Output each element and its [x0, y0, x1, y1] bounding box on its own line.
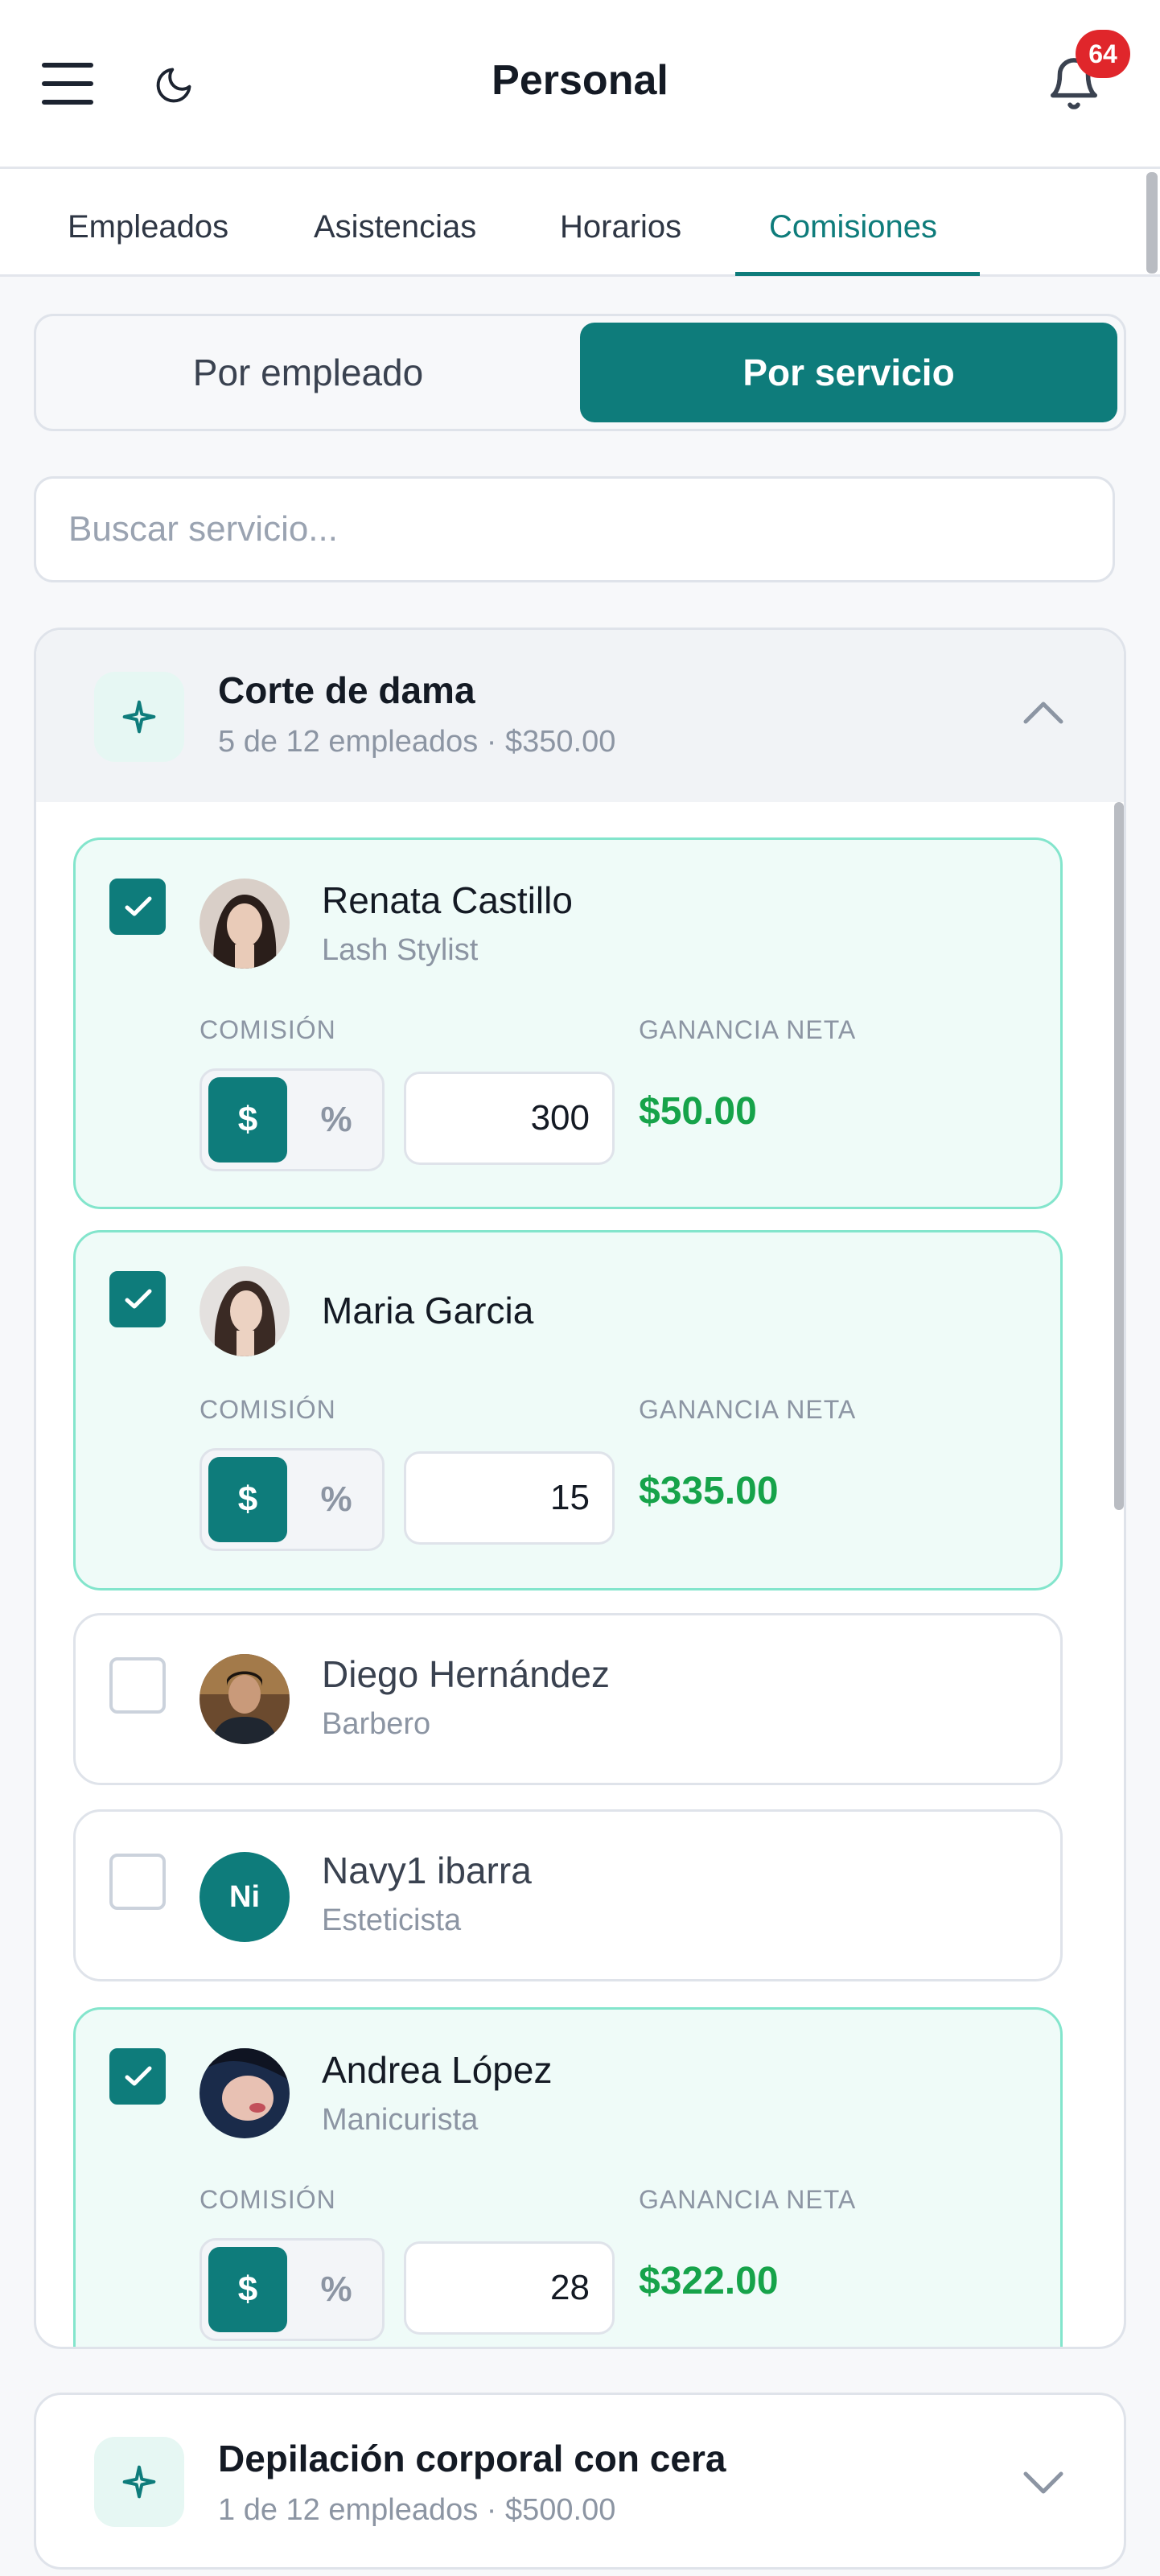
sparkle-icon — [94, 2437, 184, 2527]
employee-card[interactable]: Diego Hernández Barbero — [73, 1613, 1063, 1785]
dollar-unit-button[interactable]: $ — [208, 1077, 287, 1162]
percent-unit-button[interactable]: % — [297, 1077, 376, 1162]
employee-name: Diego Hernández — [322, 1653, 611, 1695]
percent-unit-button[interactable]: % — [297, 2247, 376, 2332]
sparkle-icon — [94, 672, 184, 762]
net-amount: $335.00 — [639, 1470, 779, 1512]
percent-unit-button[interactable]: % — [297, 1457, 376, 1542]
employee-role: Manicurista — [322, 2103, 479, 2137]
employee-card[interactable]: Renata Castillo Lash Stylist COMISIÓN GA… — [73, 837, 1063, 1209]
tab-bar: Empleados Asistencias Horarios Comisione… — [0, 169, 1160, 277]
avatar — [200, 879, 290, 969]
unit-toggle: $ % — [200, 1448, 385, 1551]
avatar — [200, 1654, 290, 1744]
employee-role: Barbero — [322, 1707, 431, 1741]
por-empleado-button[interactable]: Por empleado — [43, 323, 574, 422]
employee-name: Andrea López — [322, 2049, 553, 2091]
por-servicio-button[interactable]: Por servicio — [580, 323, 1117, 422]
employee-role: Lash Stylist — [322, 933, 479, 967]
chevron-down-icon[interactable] — [1019, 2466, 1067, 2501]
unit-toggle: $ % — [200, 2238, 385, 2341]
commission-input[interactable]: 28 — [404, 2241, 615, 2335]
commission-label: COMISIÓN — [200, 1015, 336, 1044]
employee-checkbox[interactable] — [109, 879, 166, 935]
service-header[interactable]: Corte de dama 5 de 12 empleados · $350.0… — [36, 630, 1124, 802]
service-card: Corte de dama 5 de 12 empleados · $350.0… — [34, 628, 1126, 2349]
page-title: Personal — [492, 57, 668, 104]
commission-input[interactable]: 300 — [404, 1072, 615, 1165]
service-card[interactable]: Depilación corporal con cera 1 de 12 emp… — [34, 2393, 1126, 2570]
employee-checkbox[interactable] — [109, 2048, 166, 2105]
search-input[interactable] — [34, 476, 1115, 582]
dollar-unit-button[interactable]: $ — [208, 1457, 287, 1542]
page-scrollbar[interactable] — [1146, 172, 1158, 274]
avatar — [200, 2048, 290, 2138]
employee-name: Maria Garcia — [322, 1290, 534, 1331]
unit-toggle: $ % — [200, 1068, 385, 1171]
employee-card[interactable]: Andrea López Manicurista COMISIÓN GANANC… — [73, 2007, 1063, 2347]
dollar-unit-button[interactable]: $ — [208, 2247, 287, 2332]
employee-role: Esteticista — [322, 1903, 462, 1937]
net-label: GANANCIA NETA — [639, 1015, 857, 1044]
tab-horarios[interactable]: Horarios — [560, 209, 681, 245]
notification-badge: 64 — [1076, 30, 1130, 78]
net-amount: $50.00 — [639, 1090, 757, 1133]
employee-card[interactable]: Maria Garcia COMISIÓN GANANCIA NETA $ % … — [73, 1230, 1063, 1590]
net-label: GANANCIA NETA — [639, 2185, 857, 2214]
commission-label: COMISIÓN — [200, 1395, 336, 1424]
commission-input[interactable]: 15 — [404, 1451, 615, 1545]
net-amount: $322.00 — [639, 2260, 779, 2302]
employee-checkbox[interactable] — [109, 1657, 166, 1714]
service-name: Depilación corporal con cera — [218, 2438, 726, 2479]
top-bar: Personal 64 — [0, 0, 1160, 169]
commission-label: COMISIÓN — [200, 2185, 336, 2214]
avatar — [200, 1266, 290, 1356]
list-scrollbar[interactable] — [1114, 802, 1124, 1510]
service-meta: 1 de 12 empleados · $500.00 — [218, 2493, 616, 2527]
employee-name: Navy1 ibarra — [322, 1850, 532, 1891]
employee-checkbox[interactable] — [109, 1854, 166, 1910]
employee-name: Renata Castillo — [322, 879, 573, 921]
service-meta: 5 de 12 empleados · $350.00 — [218, 725, 616, 759]
tab-empleados[interactable]: Empleados — [68, 209, 228, 245]
active-tab-indicator — [735, 272, 980, 276]
tab-asistencias[interactable]: Asistencias — [314, 209, 476, 245]
service-name: Corte de dama — [218, 669, 475, 711]
avatar: Ni — [200, 1852, 290, 1942]
net-label: GANANCIA NETA — [639, 1395, 857, 1424]
employee-card[interactable]: Ni Navy1 ibarra Esteticista — [73, 1809, 1063, 1981]
chevron-up-icon[interactable] — [1019, 694, 1067, 730]
employee-checkbox[interactable] — [109, 1271, 166, 1327]
view-segment: Por empleado Por servicio — [34, 314, 1126, 431]
tab-comisiones[interactable]: Comisiones — [769, 209, 937, 245]
